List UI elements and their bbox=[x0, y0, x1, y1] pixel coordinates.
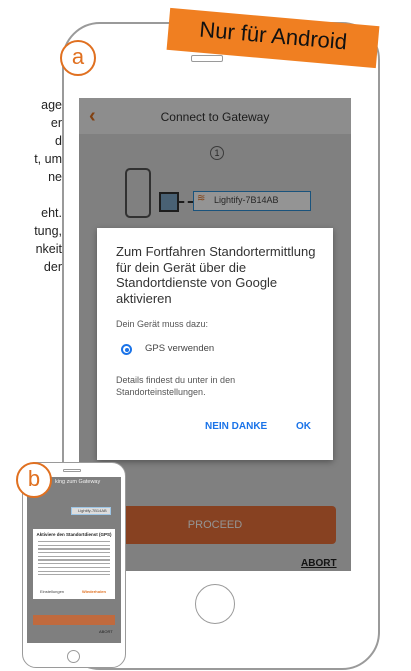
side-line-gap bbox=[0, 186, 62, 204]
side-line: er bbox=[50, 116, 62, 130]
side-line: t, um bbox=[34, 152, 62, 166]
settings-button-b[interactable]: Einstellungen bbox=[40, 589, 64, 594]
ssid-field-b: Lightify-7B14AB bbox=[71, 507, 111, 515]
side-line: der bbox=[43, 260, 62, 274]
gps-icon bbox=[121, 344, 132, 355]
gps-label: GPS verwenden bbox=[145, 343, 215, 354]
dialog-body-b bbox=[38, 541, 110, 578]
side-line: d bbox=[55, 134, 62, 148]
dialog-title: Zum Fortfahren Standortermitt­lung für d… bbox=[116, 244, 316, 306]
no-thanks-button[interactable]: NEIN DANKE bbox=[205, 421, 267, 432]
speaker-icon bbox=[63, 469, 81, 472]
retry-button-b[interactable]: Wiederholen bbox=[82, 589, 106, 594]
app-title-b: king zum Gateway bbox=[55, 479, 101, 485]
dialog-title-b: Aktiviere den Standortdienst (GPS) bbox=[36, 532, 112, 537]
dialog-details: Details findest du unter in den Standort… bbox=[116, 375, 236, 397]
home-button[interactable] bbox=[195, 584, 235, 624]
gps-dialog-b: Aktiviere den Standortdienst (GPS) Einst… bbox=[33, 529, 115, 599]
side-line: age bbox=[41, 98, 62, 112]
badge-a: a bbox=[60, 40, 96, 76]
ok-button[interactable]: OK bbox=[296, 421, 311, 432]
side-line: eht. bbox=[41, 206, 62, 220]
home-button-b[interactable] bbox=[67, 650, 80, 663]
location-dialog: Zum Fortfahren Standortermitt­lung für d… bbox=[97, 228, 333, 460]
side-line: nkeit bbox=[35, 242, 62, 256]
side-paragraph: age er d t, um ne eht. tung, nkeit der bbox=[0, 96, 62, 276]
side-line: ne bbox=[48, 170, 62, 184]
screen-b: king zum Gateway Lightify-7B14AB Aktivie… bbox=[27, 477, 121, 643]
dialog-subtitle: Dein Gerät muss dazu: bbox=[116, 319, 209, 329]
banner-text: Nur für Android bbox=[198, 16, 349, 55]
abort-link-b[interactable]: ABORT bbox=[99, 629, 113, 634]
proceed-button-b[interactable] bbox=[33, 615, 115, 625]
speaker-icon bbox=[191, 55, 223, 62]
badge-b: b bbox=[16, 462, 52, 498]
side-line: tung, bbox=[34, 224, 62, 238]
